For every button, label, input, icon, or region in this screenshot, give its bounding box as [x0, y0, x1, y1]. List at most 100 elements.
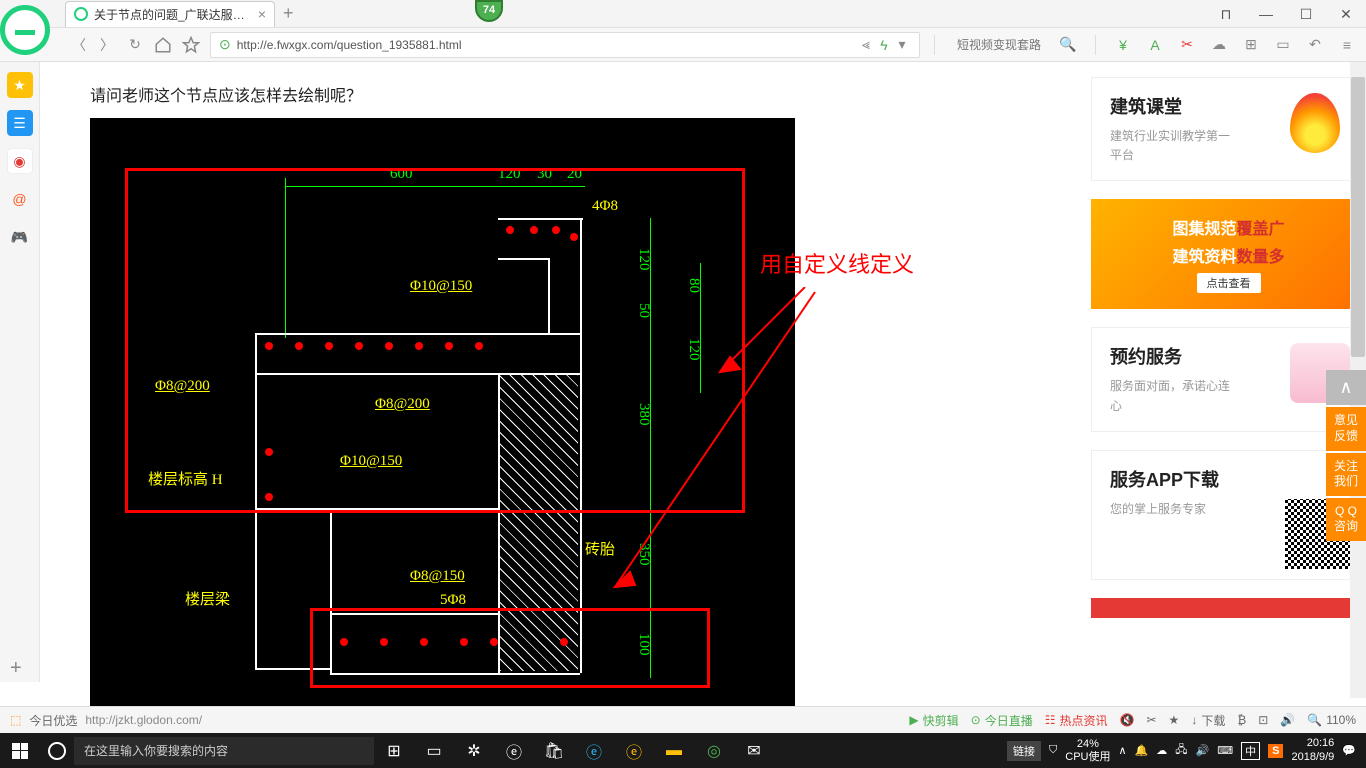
banner-ad[interactable]: 图集规范覆盖广 建筑资料数量多 点击查看	[1091, 199, 1366, 309]
card-app-download[interactable]: 服务APP下载 您的掌上服务专家	[1091, 450, 1366, 580]
cortana-button[interactable]	[40, 742, 74, 760]
status-url-preview: http://jzkt.glodon.com/	[85, 713, 202, 727]
scroll-top-button[interactable]: ∧	[1326, 370, 1366, 405]
status-live[interactable]: ⊙ 今日直播	[971, 712, 1033, 729]
new-tab-button[interactable]: +	[283, 3, 294, 24]
window-controls: ⊓ — ☐ ✕	[1206, 0, 1366, 28]
status-pin-icon[interactable]: ⊡	[1258, 713, 1268, 727]
sidebar-mail-icon[interactable]: @	[7, 186, 33, 212]
tray-ime[interactable]: 中	[1241, 742, 1260, 760]
tray-keyboard-icon[interactable]: ⌨	[1217, 744, 1233, 757]
tray-clock[interactable]: 20:162018/9/9	[1291, 737, 1334, 763]
status-mute-icon[interactable]: 🔇	[1120, 713, 1135, 727]
card-jianzhu-ketang[interactable]: 建筑课堂 建筑行业实训教学第一平台	[1091, 77, 1366, 181]
follow-tab[interactable]: 关注我们	[1326, 453, 1366, 496]
status-cut-icon[interactable]: ✂	[1146, 713, 1156, 727]
browser-logo[interactable]	[0, 5, 55, 60]
feedback-tab[interactable]: 意见反馈	[1326, 407, 1366, 450]
nav-home-button[interactable]	[154, 36, 172, 54]
question-title: 请问老师这个节点应该怎样去绘制呢？	[90, 82, 1091, 106]
share-icon[interactable]: ⪡	[857, 36, 875, 54]
app-edge-icon[interactable]: ⓔ	[574, 733, 614, 768]
notification-badge[interactable]: 74	[475, 0, 503, 22]
nav-reload-button[interactable]: ↻	[126, 36, 144, 54]
tab-favicon	[74, 7, 88, 21]
taskbar-apps: ⊞ ▭ ✲ ⓔ 🛍 ⓔ ⓔ ▬ ◎ ✉	[374, 733, 774, 768]
lock-icon: ⊙	[219, 36, 231, 53]
apps-icon[interactable]: ⊞	[1242, 36, 1260, 54]
app-mail-icon[interactable]: ✉	[734, 733, 774, 768]
banner-cta[interactable]: 点击查看	[1197, 273, 1261, 293]
window-pin-button[interactable]: ⊓	[1206, 0, 1246, 28]
status-sound-icon[interactable]: 🔊	[1280, 713, 1295, 727]
scroll-thumb[interactable]	[1351, 77, 1365, 357]
app-edge-old-icon[interactable]: ⓔ	[494, 733, 534, 768]
red-banner-strip[interactable]	[1091, 598, 1366, 618]
status-zoom[interactable]: 🔍 110%	[1307, 713, 1356, 727]
status-hot[interactable]: ☷ 热点资讯	[1045, 712, 1108, 729]
tray-action-center-icon[interactable]: 💬	[1342, 744, 1356, 757]
status-today-pick[interactable]: 今日优选	[29, 712, 77, 729]
app-explorer-icon[interactable]: ▬	[654, 733, 694, 768]
undo-icon[interactable]: ↶	[1306, 36, 1324, 54]
url-input[interactable]: ⊙ http://e.fwxgx.com/question_1935881.ht…	[210, 32, 920, 58]
lbl-phi8-150: Φ8@150	[410, 568, 465, 585]
floating-action-tabs: ∧ 意见反馈 关注我们 Q Q咨询	[1326, 370, 1366, 541]
tray-volume-icon[interactable]: 🔊	[1196, 744, 1210, 757]
tray-chevron-icon[interactable]: ∧	[1119, 744, 1127, 757]
search-icon[interactable]: 🔍	[1059, 36, 1077, 54]
tray-net-icon[interactable]: 🖧	[1175, 741, 1187, 760]
tray-cloud-icon[interactable]: ☁	[1156, 744, 1167, 757]
flame-icon	[1290, 93, 1350, 153]
status-gift-icon[interactable]: ⬚	[10, 713, 21, 727]
translate-icon[interactable]: A	[1146, 36, 1164, 54]
taskbar-search-input[interactable]: 在这里输入你要搜索的内容	[74, 737, 374, 765]
address-bar: 〈 〉 ↻ ⊙ http://e.fwxgx.com/question_1935…	[0, 28, 1366, 62]
tab-title: 关于节点的问题_广联达服务新干线	[94, 6, 250, 23]
window-maximize-button[interactable]: ☐	[1286, 0, 1326, 28]
app-folder-icon[interactable]: ▭	[414, 733, 454, 768]
status-download[interactable]: ↓ 下载	[1191, 712, 1225, 729]
sidebar-game-icon[interactable]: 🎮	[7, 224, 33, 250]
browser-sidebar: ★ ☰ ◉ @ 🎮 +	[0, 62, 40, 682]
status-print-icon[interactable]: ₿	[1237, 713, 1246, 727]
browser-tab[interactable]: 关于节点的问题_广联达服务新干线 ×	[65, 1, 275, 27]
tray-link[interactable]: 链接	[1007, 741, 1041, 761]
reader-icon[interactable]: ▭	[1274, 36, 1292, 54]
app-360-icon[interactable]: ◎	[694, 733, 734, 768]
status-kuaijian[interactable]: ▶ 快剪辑	[909, 712, 958, 729]
tab-close-icon[interactable]: ×	[258, 6, 266, 22]
browser-titlebar: 关于节点的问题_广联达服务新干线 × + 74 ⊓ — ☐ ✕	[0, 0, 1366, 28]
promo-text[interactable]: 短视频变现套路	[957, 36, 1041, 53]
nav-bookmark-button[interactable]	[182, 36, 200, 54]
card1-title: 建筑课堂	[1110, 93, 1240, 119]
tray-shield-icon[interactable]: ⛉	[1049, 744, 1057, 757]
nav-forward-button[interactable]: 〉	[98, 36, 116, 54]
sidebar-add-button[interactable]: +	[10, 657, 22, 680]
window-minimize-button[interactable]: —	[1246, 0, 1286, 28]
app-fan-icon[interactable]: ✲	[454, 733, 494, 768]
qq-tab[interactable]: Q Q咨询	[1326, 498, 1366, 541]
sidebar-favorites-icon[interactable]: ★	[7, 72, 33, 98]
scissors-icon[interactable]: ✂	[1178, 36, 1196, 54]
lbl-floor-beam: 楼层梁	[185, 588, 230, 609]
annotation-arrows	[575, 287, 835, 607]
sidebar-news-icon[interactable]: ☰	[7, 110, 33, 136]
nav-back-button[interactable]: 〈	[70, 36, 88, 54]
start-button[interactable]	[0, 733, 40, 768]
sidebar-weibo-icon[interactable]: ◉	[7, 148, 33, 174]
taskview-icon[interactable]: ⊞	[374, 733, 414, 768]
card-yuyue[interactable]: 预约服务 服务面对面，承诺心连心	[1091, 327, 1366, 431]
fast-icon[interactable]: ϟ	[875, 36, 893, 54]
tray-bell-icon[interactable]: 🔔	[1135, 744, 1149, 757]
window-close-button[interactable]: ✕	[1326, 0, 1366, 28]
status-fav-icon[interactable]: ★	[1169, 713, 1180, 727]
app-store-icon[interactable]: 🛍	[534, 733, 574, 768]
menu-icon[interactable]: ≡	[1338, 36, 1356, 54]
wallet-icon[interactable]: ¥	[1114, 36, 1132, 54]
app-ie-icon[interactable]: ⓔ	[614, 733, 654, 768]
cloud-icon[interactable]: ☁	[1210, 36, 1228, 54]
tray-cpu[interactable]: 24%CPU使用	[1065, 738, 1110, 762]
url-dropdown-icon[interactable]: ▾	[893, 36, 911, 54]
tray-sogou-icon[interactable]: S	[1268, 744, 1283, 758]
